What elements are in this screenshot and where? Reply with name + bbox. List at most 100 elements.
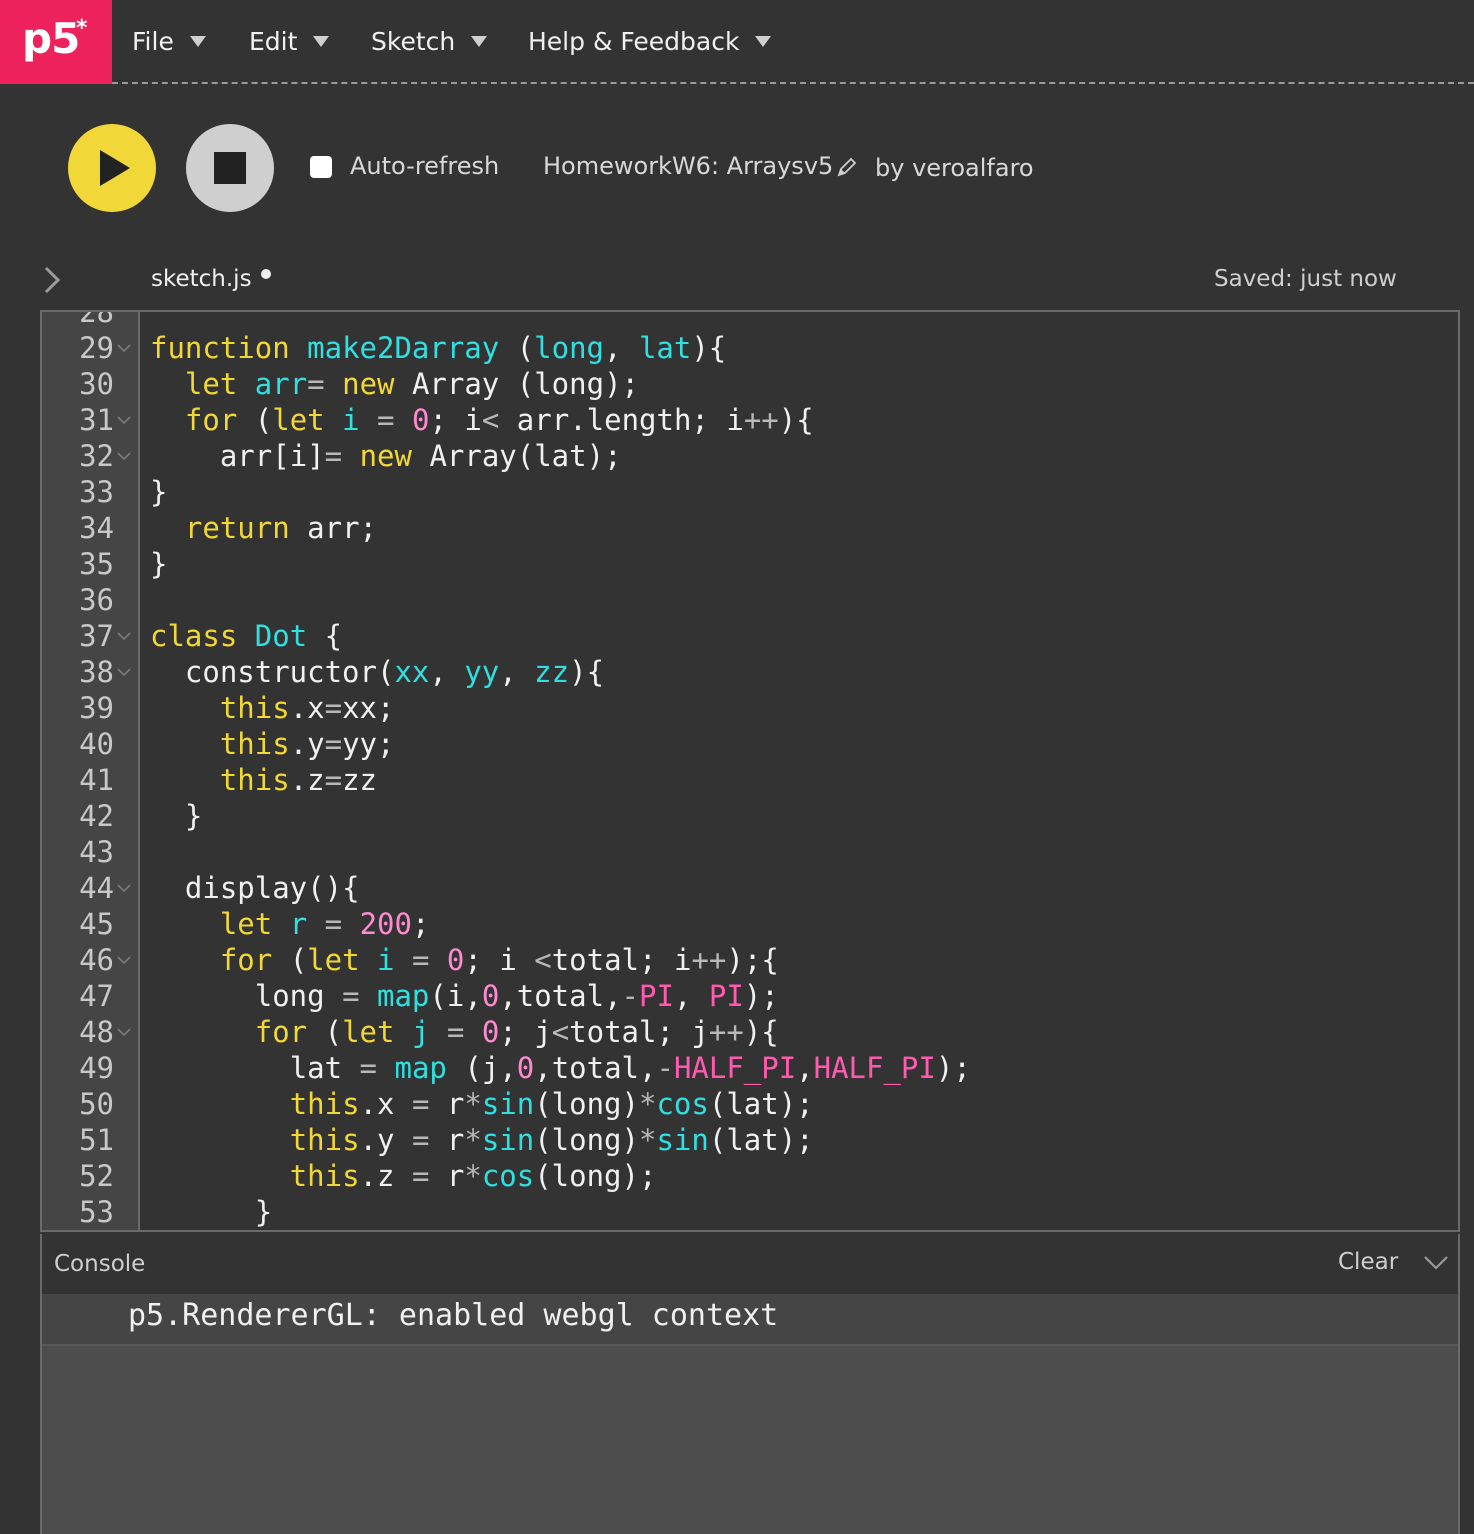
line-number: 42 [79,799,114,833]
line-number: 51 [79,1123,114,1157]
auto-refresh-label[interactable]: Auto-refresh [350,152,499,180]
chevron-down-icon [117,668,131,677]
stop-button[interactable] [186,124,274,212]
line-number: 29 [79,331,114,365]
code-line[interactable]: constructor(xx, yy, zz){ [150,654,604,690]
line-number-gutter: 28 29 30 31 32 33 34 35 36 37 38 39 40 4… [42,312,140,1230]
code-line[interactable]: arr[i]= new Array(lat); [150,438,622,474]
code-line[interactable]: return arr; [150,510,377,546]
console-title: Console [54,1251,146,1277]
chevron-down-icon [471,35,488,47]
fold-toggle[interactable] [116,438,132,474]
unsaved-indicator [261,269,271,279]
chevron-down-icon [755,35,772,47]
console-message-text: p5.RendererGL: enabled webgl context [128,1298,779,1333]
line-number: 50 [79,1087,114,1121]
line-number: 49 [79,1051,114,1085]
code-line[interactable]: let arr= new Array (long); [150,366,639,402]
menu-file[interactable]: File [132,22,206,62]
console-header: Console Clear [42,1234,1458,1294]
line-number: 31 [79,403,114,437]
chevron-down-icon [117,884,131,893]
play-button[interactable] [68,124,156,212]
code-line[interactable]: let r = 200; [150,906,430,942]
fold-toggle[interactable] [116,654,132,690]
fold-toggle[interactable] [116,942,132,978]
sketch-name[interactable]: HomeworkW6: Arraysv5 [543,152,833,180]
stop-icon [214,152,246,184]
line-number: 36 [79,583,114,617]
code-line[interactable]: this.z = r*cos(long); [150,1158,657,1194]
chevron-down-icon [117,956,131,965]
nav-divider [112,82,1474,84]
line-number: 41 [79,763,114,797]
fold-toggle[interactable] [116,402,132,438]
line-number: 45 [79,907,114,941]
file-tab-sketch-js[interactable]: sketch.js [151,266,252,292]
line-number: 47 [79,979,114,1013]
code-line[interactable]: this.x = r*sin(long)*cos(lat); [150,1086,814,1122]
p5-logo[interactable]: p5 * [0,0,112,84]
code-line[interactable]: long = map(i,0,total,-PI, PI); [150,978,779,1014]
line-number: 44 [79,871,114,905]
line-number: 39 [79,691,114,725]
code-line[interactable]: lat = map (j,0,total,-HALF_PI,HALF_PI); [150,1050,971,1086]
chevron-down-icon [117,344,131,353]
code-line[interactable]: for (let i = 0; i <total; i++);{ [150,942,779,978]
chevron-down-icon [313,35,330,47]
menu-sketch[interactable]: Sketch [371,22,488,62]
code-line[interactable]: } [150,1194,272,1230]
code-line[interactable]: display(){ [150,870,360,906]
line-number: 48 [79,1015,114,1049]
line-number: 38 [79,655,114,689]
menu-help-label: Help & Feedback [528,27,740,56]
code-line[interactable]: this.y = r*sin(long)*sin(lat); [150,1122,814,1158]
console-clear-button[interactable]: Clear [1338,1249,1398,1275]
line-number: 35 [79,547,114,581]
chevron-right-icon[interactable] [40,262,64,298]
menu-edit[interactable]: Edit [249,22,330,62]
fold-toggle[interactable] [116,330,132,366]
chevron-down-icon [189,35,206,47]
line-number: 53 [79,1195,114,1229]
chevron-down-icon[interactable] [1422,1252,1450,1274]
line-number: 46 [79,943,114,977]
code-line[interactable]: class Dot { [150,618,342,654]
sketch-owner[interactable]: by veroalfaro [875,154,1034,182]
fold-toggle[interactable] [116,618,132,654]
chevron-down-icon [117,1028,131,1037]
code-line[interactable]: } [150,546,167,582]
menu-sketch-label: Sketch [371,27,456,56]
chevron-down-icon [117,452,131,461]
console-message: p5.RendererGL: enabled webgl context [42,1294,1458,1346]
code-line[interactable]: this.y=yy; [150,726,395,762]
code-line[interactable]: for (let j = 0; j<total; j++){ [150,1014,779,1050]
code-line[interactable]: } [150,474,167,510]
menu-file-label: File [132,27,174,56]
line-number: 30 [79,367,114,401]
auto-refresh-checkbox[interactable] [310,156,332,178]
chevron-down-icon [117,632,131,641]
chevron-down-icon [117,416,131,425]
line-number: 34 [79,511,114,545]
line-number: 28 [79,310,114,329]
logo-asterisk: * [76,16,88,41]
line-number: 43 [79,835,114,869]
menu-help-feedback[interactable]: Help & Feedback [528,22,772,62]
fold-toggle[interactable] [116,870,132,906]
line-number: 40 [79,727,114,761]
code-line[interactable]: for (let i = 0; i< arr.length; i++){ [150,402,814,438]
fold-toggle[interactable] [116,1014,132,1050]
code-line[interactable]: function make2Darray (long, lat){ [150,330,726,366]
line-number: 37 [79,619,114,653]
code-editor[interactable]: 28 29 30 31 32 33 34 35 36 37 38 39 40 4… [40,310,1460,1232]
line-number: 32 [79,439,114,473]
play-icon [100,150,130,186]
code-line[interactable]: this.z=zz [150,762,377,798]
code-line[interactable]: this.x=xx; [150,690,395,726]
menu-edit-label: Edit [249,27,298,56]
logo-text: p5 [22,14,80,63]
pencil-icon[interactable] [836,156,858,178]
code-area[interactable]: function make2Darray (long, lat){ let ar… [150,312,1458,1230]
code-line[interactable]: } [150,798,202,834]
